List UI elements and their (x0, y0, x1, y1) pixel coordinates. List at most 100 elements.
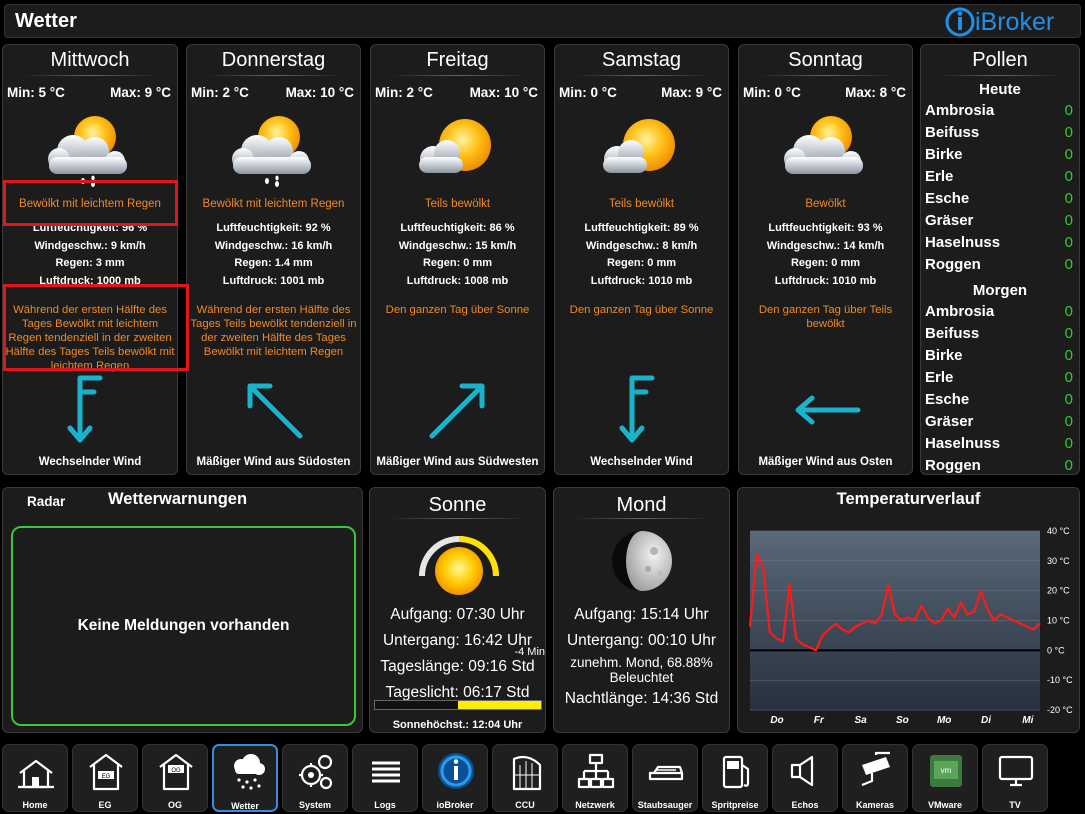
page-title: Wetter (15, 10, 77, 32)
nav-label: System (298, 800, 332, 810)
divider (572, 518, 711, 519)
nav-button-netzwerk[interactable]: Netzwerk (562, 744, 628, 812)
condition-text: Bewölkt (805, 198, 846, 210)
day-name: Mittwoch (50, 49, 130, 71)
nav-button-ccu[interactable]: CCU (492, 744, 558, 812)
pollen-name: Esche (925, 190, 970, 207)
humidity-text: Luftfeuchtigkeit: 89 % (584, 222, 699, 234)
nav-label: EG (98, 800, 112, 810)
nav-button-tv[interactable]: TV (982, 744, 1048, 812)
pollen-name: Ambrosia (925, 102, 995, 119)
nav-label: VMware (927, 800, 962, 810)
speaker-icon (790, 755, 814, 787)
pollen-value: 0 (1064, 102, 1073, 119)
rain-text: Regen: 0 mm (422, 257, 493, 269)
arrow-left-icon (795, 395, 860, 425)
chart-x-tick: Sa (854, 715, 867, 726)
pollen-row: Beifuss 0 (925, 325, 1073, 345)
nav-button-spritpreise[interactable]: Spritpreise (702, 744, 768, 812)
warnings-title: Wetterwarnungen (108, 490, 248, 508)
sun-cloud-icon (418, 119, 491, 173)
chart-x-tick: Mi (1022, 715, 1033, 726)
sunrise-text: Aufgang: 07:30 Uhr (390, 606, 525, 623)
warnings-message: Keine Meldungen vorhanden (77, 617, 290, 634)
wind-direction-text: Wechselnder Wind (590, 456, 693, 468)
tv-icon (998, 755, 1034, 787)
pollen-name: Haselnuss (925, 435, 1001, 452)
nav-button-eg[interactable]: EG EG (72, 744, 138, 812)
pollen-value: 0 (1064, 369, 1073, 386)
pollen-name: Gräser (925, 212, 974, 229)
pollen-name: Roggen (925, 457, 981, 474)
sunset-delta: -4 Min (514, 646, 545, 658)
pressure-text: Luftdruck: 1008 mb (406, 274, 509, 287)
nav-button-iobroker[interactable]: ioBroker (422, 744, 488, 812)
condition-text: Teils bewölkt (424, 198, 491, 210)
nav-label: Kameras (855, 800, 895, 810)
pollen-row: Birke 0 (925, 146, 1073, 166)
divider (573, 75, 710, 76)
day-name: Freitag (426, 49, 489, 71)
wind-speed-text: Windgeschw.: 9 km/h (34, 239, 146, 252)
pollen-row: Beifuss 0 (925, 124, 1073, 144)
pollen-value: 0 (1064, 190, 1073, 207)
variable-wind-icon (67, 375, 103, 443)
bottom-nav-bar: Home EG EG OG OG Wetter System Logs ioBroker CCU N… (0, 741, 1085, 814)
nav-label: ioBroker (436, 800, 474, 810)
upper-floor-icon: OG (159, 753, 193, 791)
nav-button-og[interactable]: OG OG (142, 744, 208, 812)
rain-text: Regen: 1.4 mm (234, 257, 313, 269)
pollen-row: Ambrosia 0 (925, 102, 1073, 122)
camera-icon (861, 751, 890, 787)
condition-text: Teils bewölkt (608, 198, 675, 210)
wind-speed-text: Windgeschw.: 8 km/h (585, 239, 698, 252)
nav-button-kameras[interactable]: Kameras (842, 744, 908, 812)
pollen-name: Beifuss (925, 325, 980, 342)
chart-y-tick: 30 °C (1047, 556, 1070, 566)
moonrise-text: Aufgang: 15:14 Uhr (574, 606, 709, 623)
pollen-value: 0 (1064, 256, 1073, 273)
rain-text: Regen: 0 mm (606, 257, 677, 269)
pollen-name: Gräser (925, 413, 974, 430)
pollen-value: 0 (1064, 435, 1073, 452)
chart-y-tick: -10 °C (1047, 675, 1073, 685)
weather-stats: Luftfeuchtigkeit: 92 % Windgeschw.: 16 km… (187, 220, 360, 290)
nav-button-wetter[interactable]: Wetter (212, 744, 278, 812)
forecast-description: Den ganzen Tag über Sonne (385, 304, 530, 316)
divider (939, 75, 1061, 76)
wind-speed-text: Windgeschw.: 14 km/h (766, 239, 885, 252)
wind-direction-text: Wechselnder Wind (38, 456, 142, 468)
pollen-name: Ambrosia (925, 303, 995, 320)
pollen-row: Erle 0 (925, 369, 1073, 389)
nav-button-staubsauger[interactable]: Staubsauger (632, 744, 698, 812)
nav-button-logs[interactable]: Logs (352, 744, 418, 812)
pollen-title: Pollen (972, 49, 1028, 71)
max-temp: Max: 8 °C (845, 85, 906, 100)
svg-text:EG: EG (102, 774, 111, 780)
forecast-description: Den ganzen Tag über Teils bewölkt (758, 304, 893, 330)
pressure-text: Luftdruck: 1010 mb (774, 274, 877, 287)
day-panel-freitag: Freitag Min: 2 °C Max: 10 °C Teils bewölkt L… (370, 44, 545, 475)
pollen-value: 0 (1064, 234, 1073, 251)
pollen-row: Erle 0 (925, 168, 1073, 188)
nav-button-home[interactable]: Home (2, 744, 68, 812)
moon-phase-text: zunehm. Mond, 68.88% (570, 655, 713, 670)
pollen-row: Esche 0 (925, 391, 1073, 411)
min-temp: Min: 0 °C (743, 85, 801, 100)
divider (757, 75, 894, 76)
moon-panel: Mond Aufgang: 15:14 Uhr Untergang: 00:10… (553, 487, 730, 733)
pollen-value: 0 (1064, 124, 1073, 141)
weather-stats: Luftfeuchtigkeit: 96 % Windgeschw.: 9 km/… (3, 220, 177, 290)
nav-button-echos[interactable]: Echos (772, 744, 838, 812)
nav-button-system[interactable]: System (282, 744, 348, 812)
nav-button-vmware[interactable]: vm VMware (912, 744, 978, 812)
humidity-text: Luftfeuchtigkeit: 93 % (768, 222, 883, 234)
pressure-text: Luftdruck: 1010 mb (590, 274, 693, 287)
pollen-name: Haselnuss (925, 234, 1001, 251)
pollen-tomorrow-heading: Morgen (972, 282, 1028, 299)
min-temp: Min: 2 °C (375, 85, 433, 100)
min-temp: Min: 5 °C (7, 85, 65, 100)
day-panel-samstag: Samstag Min: 0 °C Max: 9 °C Teils bewölkt Lu… (554, 44, 729, 475)
radar-link[interactable]: Radar (27, 494, 65, 509)
temperature-panel: Temperaturverlauf 40 °C 30 °C 20 °C 10 °C 0 … (737, 487, 1080, 733)
